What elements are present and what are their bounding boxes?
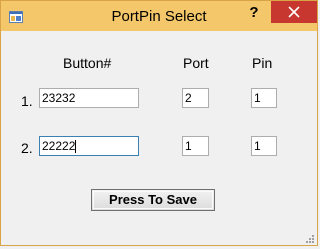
window-title: PortPin Select (111, 8, 207, 25)
header-pin: Pin (252, 55, 273, 71)
port-field-2[interactable]: 1 (182, 136, 209, 156)
text-caret (75, 140, 77, 154)
row-number-2: 2. (21, 140, 33, 156)
button-number-value-1: 23232 (42, 91, 76, 105)
button-number-field-2[interactable]: 22222 (39, 136, 139, 156)
row-number-1: 1. (21, 93, 33, 109)
header-button-number: Button# (63, 55, 112, 71)
pin-value-1: 1 (254, 91, 261, 105)
button-number-value-2: 22222 (42, 139, 76, 153)
pin-field-1[interactable]: 1 (251, 88, 277, 108)
pin-field-2[interactable]: 1 (251, 136, 277, 156)
button-number-field-1[interactable]: 23232 (39, 88, 139, 108)
close-button[interactable] (271, 1, 317, 23)
port-value-1: 2 (185, 91, 192, 105)
help-icon[interactable]: ? (241, 3, 267, 25)
dialog-client-area: Button# Port Pin 1. 23232 2 1 2. 22222 1… (9, 31, 317, 245)
portpin-select-dialog: PortPin Select ? Button# Port Pin 1. 232… (0, 0, 318, 246)
header-port: Port (183, 55, 209, 71)
press-to-save-button[interactable]: Press To Save (91, 189, 215, 211)
port-field-1[interactable]: 2 (182, 88, 209, 108)
pin-value-2: 1 (254, 139, 261, 153)
title-bar[interactable]: PortPin Select ? (1, 1, 317, 31)
port-value-2: 1 (185, 139, 192, 153)
close-icon (288, 6, 300, 18)
resize-grip-icon[interactable] (303, 231, 315, 243)
